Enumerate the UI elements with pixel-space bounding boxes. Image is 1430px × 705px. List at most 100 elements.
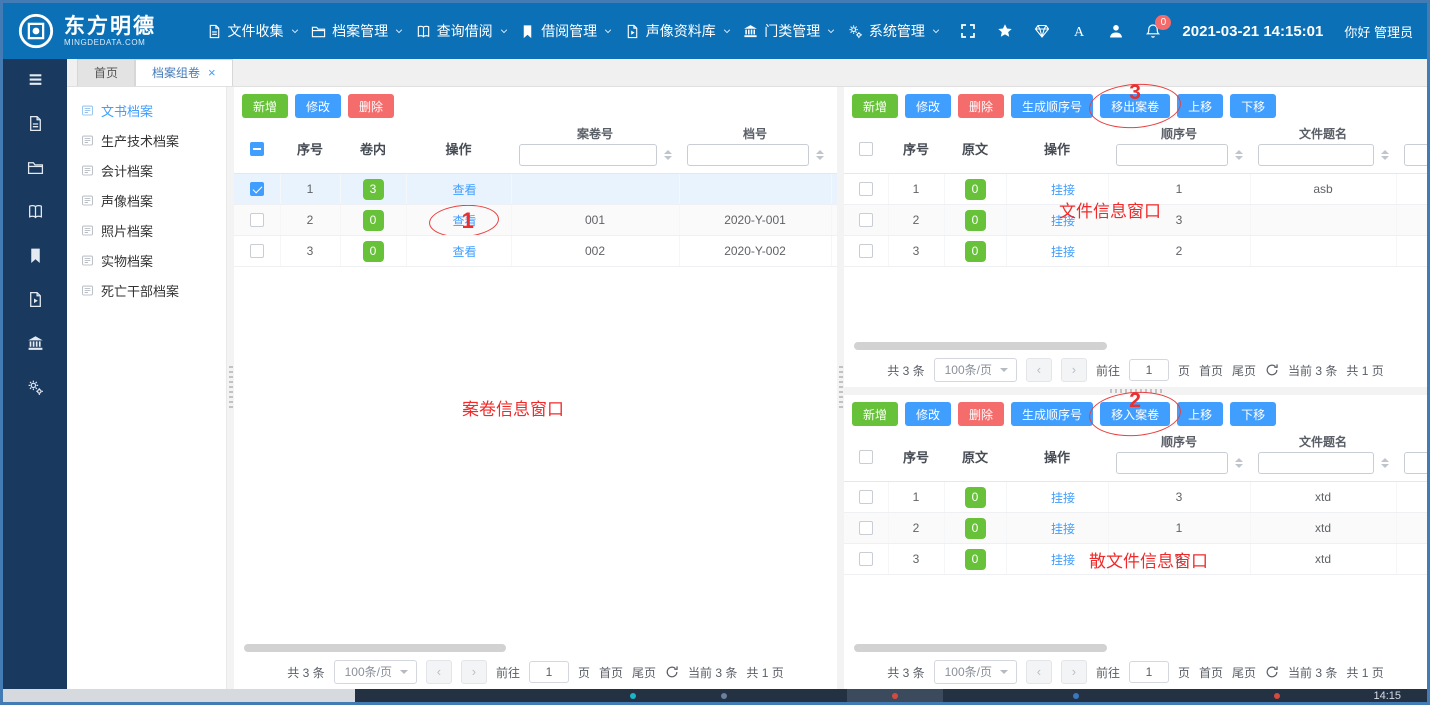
toolbar-button[interactable]: 删除 <box>958 402 1004 426</box>
refresh-icon[interactable] <box>665 665 679 679</box>
row-checkbox[interactable] <box>859 490 873 504</box>
sort-caret[interactable] <box>1232 150 1246 160</box>
tab-1[interactable]: 档案组卷× <box>135 59 233 86</box>
table-row[interactable]: 30查看0022020-Y-002 <box>234 236 837 267</box>
nav-menu-item[interactable]: 系统管理 <box>848 21 941 41</box>
page-input[interactable] <box>529 661 569 683</box>
horizontal-scrollbar[interactable] <box>854 342 1107 350</box>
taskbar-app-icon[interactable] <box>1073 693 1079 699</box>
next-page-button[interactable]: › <box>461 660 487 684</box>
tree-splitter[interactable] <box>227 87 234 689</box>
horizontal-scrollbar[interactable] <box>854 644 1107 652</box>
page-size-select[interactable]: 100条/页 <box>934 358 1017 382</box>
nav-menu-item[interactable]: 查询借阅 <box>416 21 509 41</box>
toolbar-button[interactable]: 删除 <box>958 94 1004 118</box>
toolbar-button[interactable]: 生成顺序号 <box>1011 94 1093 118</box>
nav-menu-item[interactable]: 文件收集 <box>207 21 300 41</box>
sort-caret[interactable] <box>1378 150 1392 160</box>
tree-item[interactable]: 死亡干部档案 <box>67 275 226 305</box>
select-all-checkbox[interactable] <box>250 142 264 156</box>
row-checkbox[interactable] <box>250 182 264 196</box>
next-page-button[interactable]: › <box>1061 660 1087 684</box>
filter-input[interactable] <box>1116 452 1228 474</box>
toolbar-button[interactable]: 删除 <box>348 94 394 118</box>
last-page-link[interactable]: 尾页 <box>632 664 656 681</box>
row-checkbox[interactable] <box>859 552 873 566</box>
filter-input[interactable] <box>519 144 657 166</box>
toolbar-button[interactable]: 新增 <box>852 402 898 426</box>
row-checkbox[interactable] <box>859 182 873 196</box>
nav-menu-item[interactable]: 档案管理 <box>311 21 404 41</box>
toolbar-button[interactable]: 新增 <box>852 94 898 118</box>
file-panel-splitter[interactable] <box>844 387 1427 395</box>
row-checkbox[interactable] <box>859 244 873 258</box>
filter-input[interactable] <box>1404 144 1427 166</box>
action-link[interactable]: 查看1 <box>452 214 476 228</box>
toolbar-button[interactable]: 修改 <box>295 94 341 118</box>
user-greeting[interactable]: 你好 管理员 <box>1344 22 1413 41</box>
select-all-checkbox[interactable] <box>859 450 873 464</box>
taskbar-app-icon[interactable] <box>721 693 727 699</box>
table-row[interactable]: 20挂接1xtd <box>844 513 1427 544</box>
refresh-icon[interactable] <box>1265 363 1279 377</box>
media-file-icon[interactable] <box>27 291 44 308</box>
folder-icon[interactable] <box>27 159 44 176</box>
sort-caret[interactable] <box>813 150 827 160</box>
page-input[interactable] <box>1129 359 1169 381</box>
tab-0[interactable]: 首页 <box>77 59 135 86</box>
action-link[interactable]: 挂接 <box>1051 522 1075 536</box>
page-input[interactable] <box>1129 661 1169 683</box>
bookmark-icon[interactable] <box>27 247 44 264</box>
row-checkbox[interactable] <box>859 213 873 227</box>
page-size-select[interactable]: 100条/页 <box>334 660 417 684</box>
taskbar-app-icon[interactable] <box>1274 693 1280 699</box>
bank-icon[interactable] <box>27 335 44 352</box>
toolbar-button[interactable]: 上移 <box>1177 402 1223 426</box>
last-page-link[interactable]: 尾页 <box>1232 362 1256 379</box>
nav-menu-item[interactable]: 声像资料库 <box>625 21 732 41</box>
page-size-select[interactable]: 100条/页 <box>934 660 1017 684</box>
tree-item[interactable]: 声像档案 <box>67 185 226 215</box>
expand-icon[interactable] <box>960 23 976 39</box>
toolbar-button[interactable]: 下移 <box>1230 402 1276 426</box>
first-page-link[interactable]: 首页 <box>599 664 623 681</box>
tree-item[interactable]: 文书档案 <box>67 95 226 125</box>
font-icon[interactable]: A <box>1071 23 1087 39</box>
prev-page-button[interactable]: ‹ <box>426 660 452 684</box>
row-checkbox[interactable] <box>250 244 264 258</box>
gem-icon[interactable] <box>1034 23 1050 39</box>
last-page-link[interactable]: 尾页 <box>1232 664 1256 681</box>
toolbar-button[interactable]: 下移 <box>1230 94 1276 118</box>
table-row[interactable]: 10挂接1asb <box>844 174 1427 205</box>
action-link[interactable]: 查看 <box>452 183 476 197</box>
toolbar-button[interactable]: 新增 <box>242 94 288 118</box>
toolbar-button[interactable]: 生成顺序号 <box>1011 402 1093 426</box>
tab-close-icon[interactable]: × <box>208 65 216 80</box>
sort-caret[interactable] <box>661 150 675 160</box>
nav-menu-item[interactable]: 门类管理 <box>743 21 836 41</box>
table-row[interactable]: 10挂接3xtd <box>844 482 1427 513</box>
action-link[interactable]: 挂接 <box>1051 214 1075 228</box>
first-page-link[interactable]: 首页 <box>1199 664 1223 681</box>
table-row[interactable]: 30挂接2 <box>844 236 1427 267</box>
toolbar-button[interactable]: 修改 <box>905 402 951 426</box>
table-row[interactable]: 20挂接3 <box>844 205 1427 236</box>
hamburger-icon[interactable] <box>27 71 44 88</box>
filter-input[interactable] <box>1258 144 1374 166</box>
table-row[interactable]: 30挂接2xtd <box>844 544 1427 575</box>
action-link[interactable]: 查看 <box>452 245 476 259</box>
table-row[interactable]: 13查看 <box>234 174 837 205</box>
gears-icon[interactable] <box>27 379 44 396</box>
toolbar-button[interactable]: 移入案卷2 <box>1100 402 1170 426</box>
notifications-button[interactable]: 0 <box>1145 23 1161 39</box>
user-icon[interactable] <box>1108 23 1124 39</box>
row-checkbox[interactable] <box>250 213 264 227</box>
tree-item[interactable]: 会计档案 <box>67 155 226 185</box>
toolbar-button[interactable]: 移出案卷3 <box>1100 94 1170 118</box>
nav-menu-item[interactable]: 借阅管理 <box>520 21 613 41</box>
tree-item[interactable]: 照片档案 <box>67 215 226 245</box>
sort-caret[interactable] <box>1378 458 1392 468</box>
refresh-icon[interactable] <box>1265 665 1279 679</box>
tree-item[interactable]: 生产技术档案 <box>67 125 226 155</box>
filter-input[interactable] <box>1404 452 1427 474</box>
